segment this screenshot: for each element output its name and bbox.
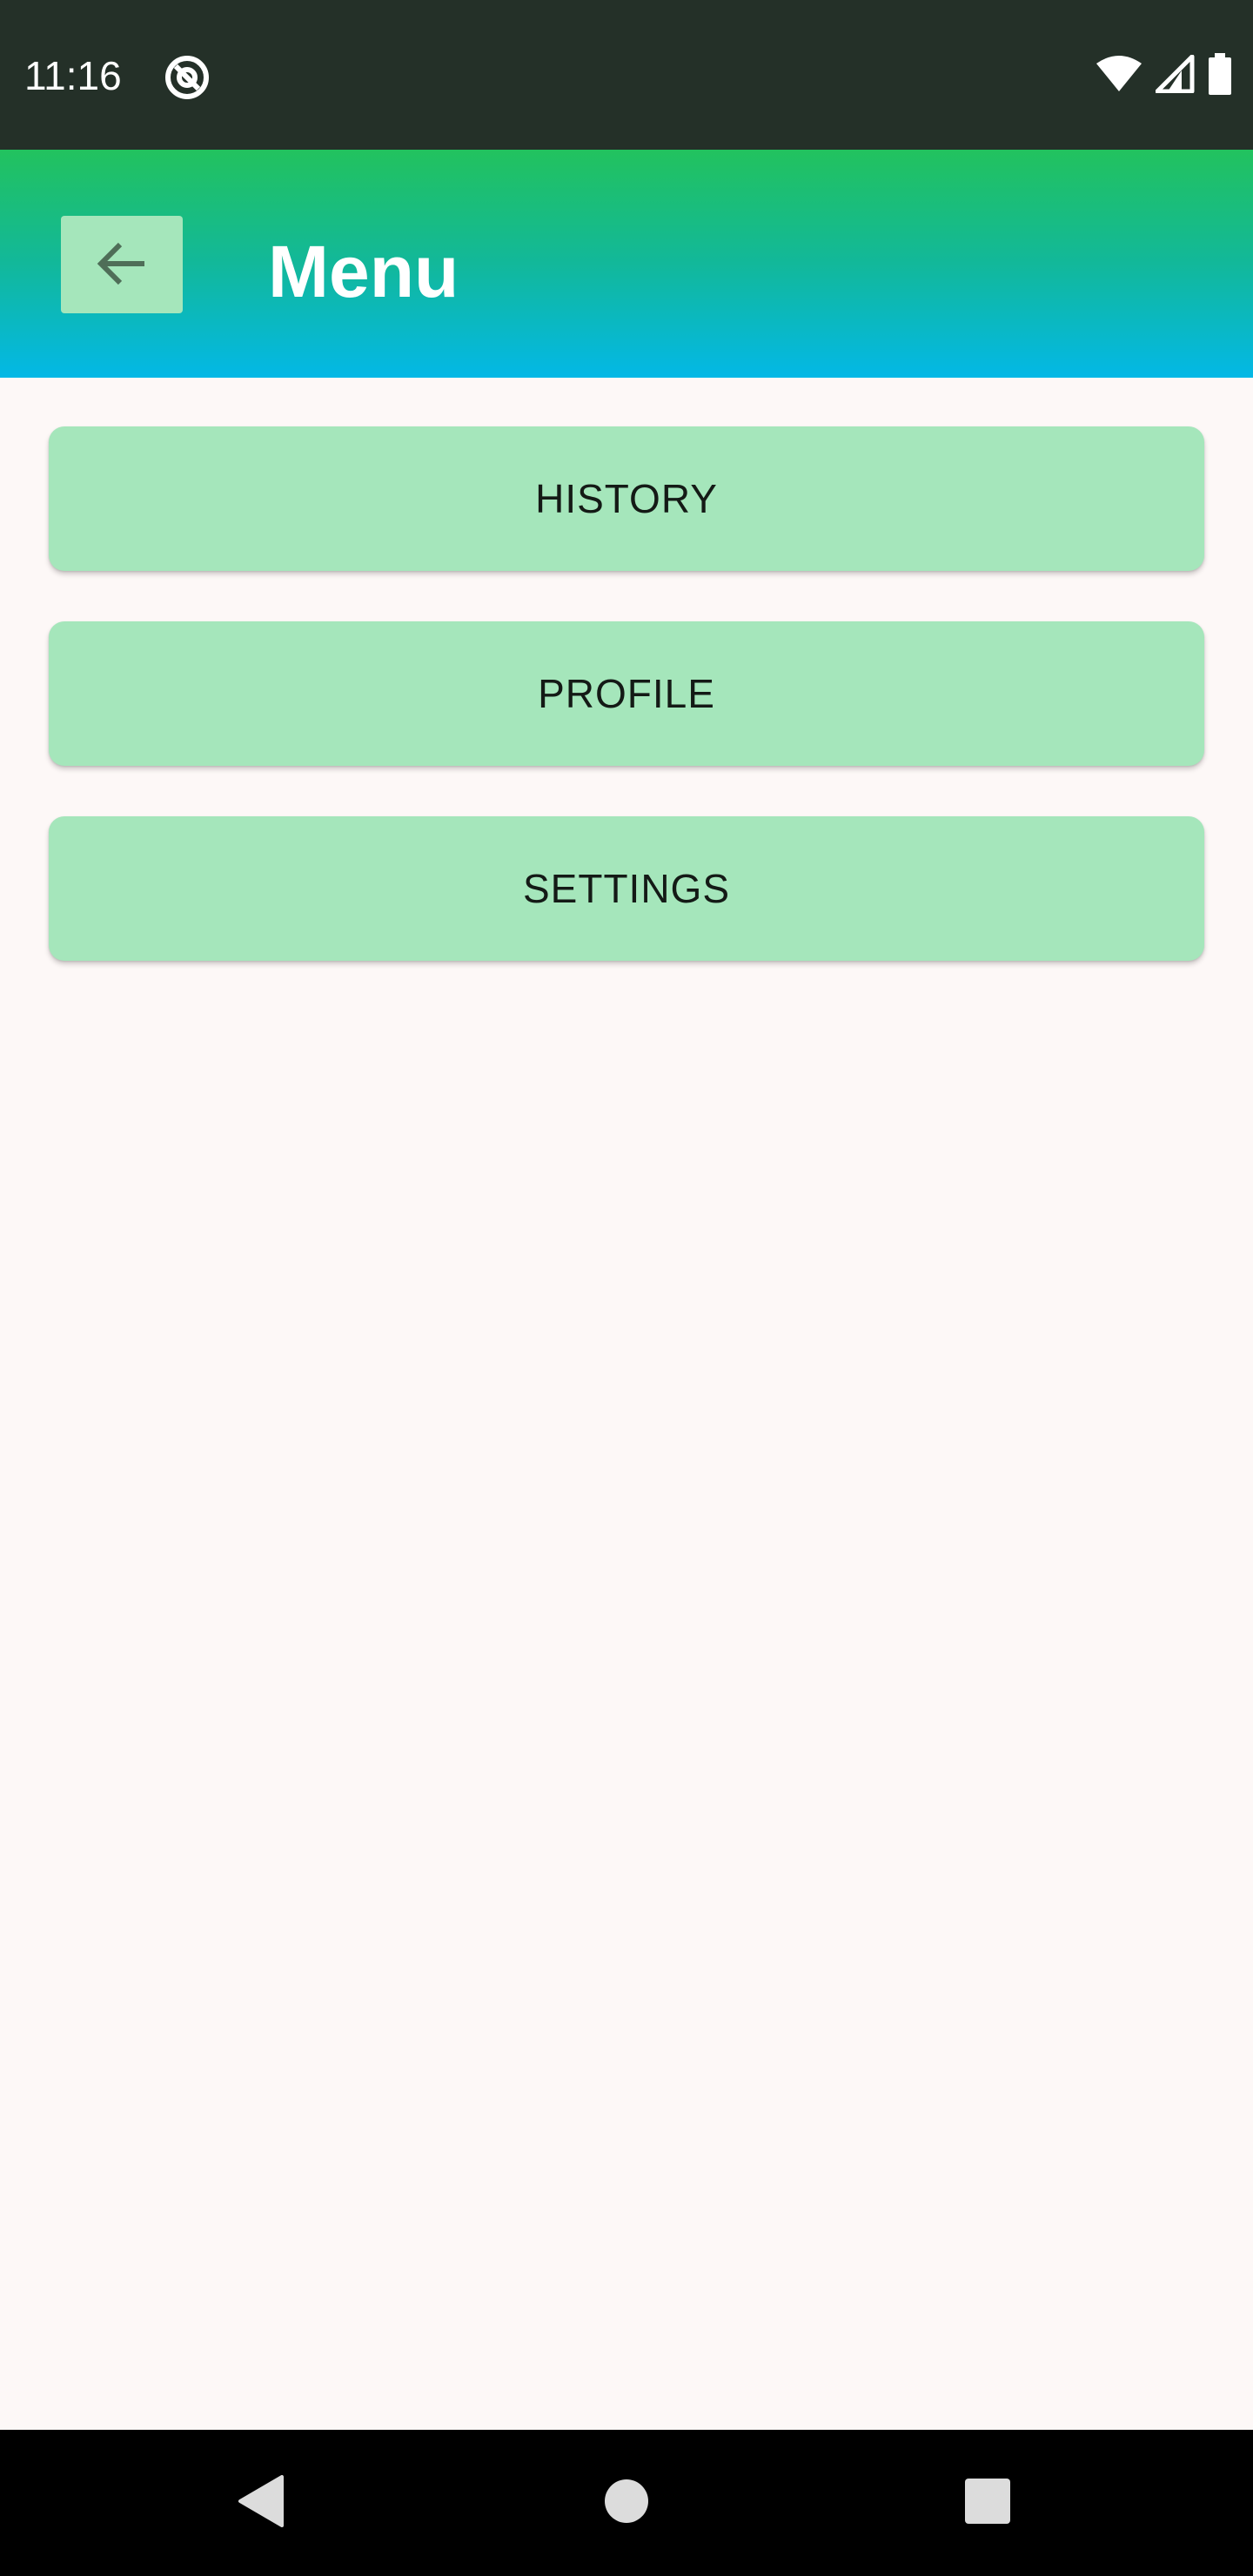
signal-icon <box>1155 54 1196 97</box>
page-title: Menu <box>268 231 459 312</box>
recents-square-icon <box>964 2478 1011 2529</box>
app-bar: Menu <box>0 150 1253 378</box>
wifi-icon <box>1095 55 1143 97</box>
navigation-bar <box>0 2430 1253 2576</box>
status-time: 11:16 <box>24 53 122 98</box>
at-sign-icon <box>164 54 211 101</box>
arrow-left-icon <box>94 236 150 294</box>
nav-home-button[interactable] <box>583 2430 670 2576</box>
nav-back-button[interactable] <box>218 2430 305 2576</box>
nav-recents-button[interactable] <box>944 2430 1031 2576</box>
settings-button[interactable]: SETTINGS <box>49 816 1204 961</box>
history-button[interactable]: HISTORY <box>49 426 1204 571</box>
home-circle-icon <box>603 2478 650 2529</box>
battery-icon <box>1208 52 1232 99</box>
status-bar: 11:16 <box>0 0 1253 150</box>
back-triangle-icon <box>237 2474 285 2532</box>
profile-button[interactable]: PROFILE <box>49 621 1204 766</box>
menu-list: HISTORY PROFILE SETTINGS <box>49 426 1204 1011</box>
back-button[interactable] <box>61 216 183 313</box>
status-icons <box>1095 52 1232 99</box>
